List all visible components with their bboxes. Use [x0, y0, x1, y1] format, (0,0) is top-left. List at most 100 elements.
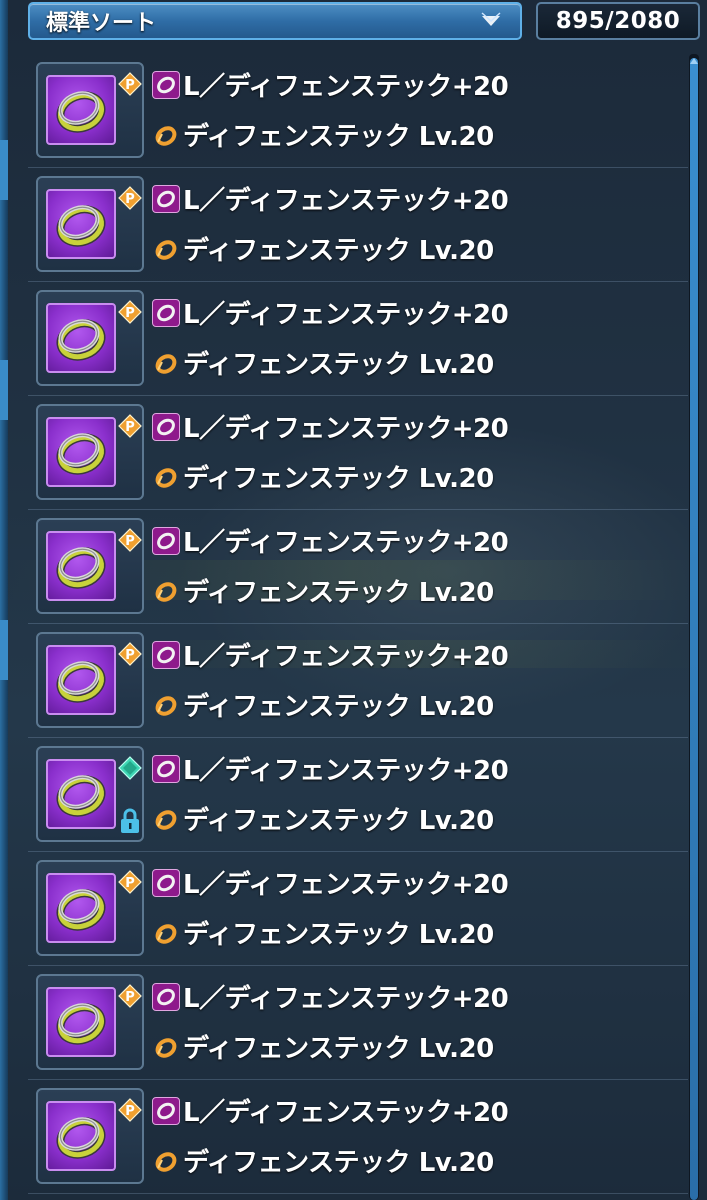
- ability-name: ディフェンステック Lv.20: [183, 920, 494, 950]
- svg-text:P: P: [125, 420, 135, 435]
- premium-p-icon: P: [118, 1098, 142, 1122]
- list-item[interactable]: P L／ディフェンステック+20 ディフェンステック Lv.20: [28, 510, 688, 624]
- ring-item-icon: [46, 189, 116, 259]
- list-item[interactable]: L／ディフェンステック+20 ディフェンステック Lv.20: [28, 738, 688, 852]
- item-name-row: L／ディフェンステック+20: [152, 978, 509, 1015]
- item-name-row: L／ディフェンステック+20: [152, 636, 509, 673]
- svg-text:P: P: [125, 990, 135, 1005]
- item-icon-frame: P: [36, 1088, 144, 1184]
- left-panel-edge: [0, 0, 8, 1200]
- sort-dropdown[interactable]: 標準ソート: [28, 2, 522, 40]
- ability-icon: [155, 1151, 177, 1172]
- list-item[interactable]: P L／ディフェンステック+20 ディフェンステック Lv.20: [28, 282, 688, 396]
- list-item[interactable]: P L／ディフェンステック+20 ディフェンステック Lv.20: [28, 624, 688, 738]
- ability-icon: [155, 695, 177, 716]
- svg-text:P: P: [125, 306, 135, 321]
- premium-p-icon: P: [118, 300, 142, 324]
- rail-segment: [0, 140, 8, 200]
- ring-type-icon: [152, 1096, 180, 1125]
- svg-text:P: P: [125, 648, 135, 663]
- item-name-row: L／ディフェンステック+20: [152, 408, 509, 445]
- ring-type-icon: [152, 868, 180, 897]
- item-name: L／ディフェンステック+20: [183, 642, 509, 672]
- list-item[interactable]: P L／ディフェンステック+20 ディフェンステック Lv.20: [28, 396, 688, 510]
- svg-text:P: P: [125, 192, 135, 207]
- item-icon-frame: P: [36, 62, 144, 158]
- ability-icon: [155, 581, 177, 602]
- ring-item-icon: [46, 759, 116, 829]
- item-name: L／ディフェンステック+20: [183, 72, 509, 102]
- premium-p-icon: P: [118, 870, 142, 894]
- ring-item-icon: [46, 417, 116, 487]
- ability-name: ディフェンステック Lv.20: [183, 464, 494, 494]
- item-icon-frame: P: [36, 860, 144, 956]
- chevron-down-icon: [481, 12, 501, 26]
- rail-segment: [0, 620, 8, 680]
- list-item[interactable]: P L／ディフェンステック+20 ディフェンステック Lv.20: [28, 966, 688, 1080]
- svg-text:P: P: [125, 78, 135, 93]
- list-item[interactable]: P L／ディフェンステック+20 ディフェンステック Lv.20: [28, 54, 688, 168]
- item-icon-frame: P: [36, 632, 144, 728]
- ring-type-icon: [152, 70, 180, 99]
- item-list: P L／ディフェンステック+20 ディフェンステック Lv.20 P L／ディフ…: [28, 54, 688, 1194]
- item-name-row: L／ディフェンステック+20: [152, 180, 509, 217]
- ring-type-icon: [152, 298, 180, 327]
- ability-icon: [155, 353, 177, 374]
- ability-icon: [155, 125, 177, 146]
- lock-icon: [121, 808, 139, 833]
- item-icon-frame: P: [36, 290, 144, 386]
- ability-icon: [155, 467, 177, 488]
- item-icon-frame: P: [36, 518, 144, 614]
- ring-type-icon: [152, 412, 180, 441]
- ability-name: ディフェンステック Lv.20: [183, 578, 494, 608]
- item-name: L／ディフェンステック+20: [183, 528, 509, 558]
- item-name: L／ディフェンステック+20: [183, 756, 509, 786]
- ability-name: ディフェンステック Lv.20: [183, 1034, 494, 1064]
- ring-item-icon: [46, 987, 116, 1057]
- ability-icon: [155, 1037, 177, 1058]
- item-name-row: L／ディフェンステック+20: [152, 750, 509, 787]
- item-name-row: L／ディフェンステック+20: [152, 864, 509, 901]
- item-icon-frame: [36, 746, 144, 842]
- item-ability-row: ディフェンステック Lv.20: [152, 1028, 494, 1065]
- diamond-gem-icon: [118, 756, 142, 780]
- item-name-row: L／ディフェンステック+20: [152, 522, 509, 559]
- ability-name: ディフェンステック Lv.20: [183, 122, 494, 152]
- svg-text:P: P: [125, 1104, 135, 1119]
- item-name: L／ディフェンステック+20: [183, 414, 509, 444]
- ring-item-icon: [46, 873, 116, 943]
- item-name: L／ディフェンステック+20: [183, 300, 509, 330]
- item-ability-row: ディフェンステック Lv.20: [152, 344, 494, 381]
- scrollbar-thumb[interactable]: [690, 58, 698, 1200]
- premium-p-icon: P: [118, 414, 142, 438]
- ring-type-icon: [152, 526, 180, 555]
- ability-name: ディフェンステック Lv.20: [183, 806, 494, 836]
- list-item[interactable]: P L／ディフェンステック+20 ディフェンステック Lv.20: [28, 852, 688, 966]
- item-name: L／ディフェンステック+20: [183, 984, 509, 1014]
- premium-p-icon: P: [118, 642, 142, 666]
- item-ability-row: ディフェンステック Lv.20: [152, 230, 494, 267]
- item-name-row: L／ディフェンステック+20: [152, 1092, 509, 1129]
- item-name: L／ディフェンステック+20: [183, 1098, 509, 1128]
- ring-type-icon: [152, 184, 180, 213]
- premium-p-icon: P: [118, 984, 142, 1008]
- ring-item-icon: [46, 645, 116, 715]
- ring-type-icon: [152, 754, 180, 783]
- ability-name: ディフェンステック Lv.20: [183, 236, 494, 266]
- scroll-up-arrow-icon[interactable]: [689, 56, 699, 66]
- ring-item-icon: [46, 303, 116, 373]
- item-ability-row: ディフェンステック Lv.20: [152, 458, 494, 495]
- item-icon-frame: P: [36, 974, 144, 1070]
- rail-segment: [0, 360, 8, 420]
- ring-type-icon: [152, 982, 180, 1011]
- item-icon-frame: P: [36, 404, 144, 500]
- item-ability-row: ディフェンステック Lv.20: [152, 914, 494, 951]
- list-item[interactable]: P L／ディフェンステック+20 ディフェンステック Lv.20: [28, 1080, 688, 1194]
- ability-icon: [155, 239, 177, 260]
- ring-item-icon: [46, 531, 116, 601]
- ability-name: ディフェンステック Lv.20: [183, 350, 494, 380]
- premium-p-icon: P: [118, 72, 142, 96]
- ability-name: ディフェンステック Lv.20: [183, 1148, 494, 1178]
- list-item[interactable]: P L／ディフェンステック+20 ディフェンステック Lv.20: [28, 168, 688, 282]
- premium-p-icon: P: [118, 186, 142, 210]
